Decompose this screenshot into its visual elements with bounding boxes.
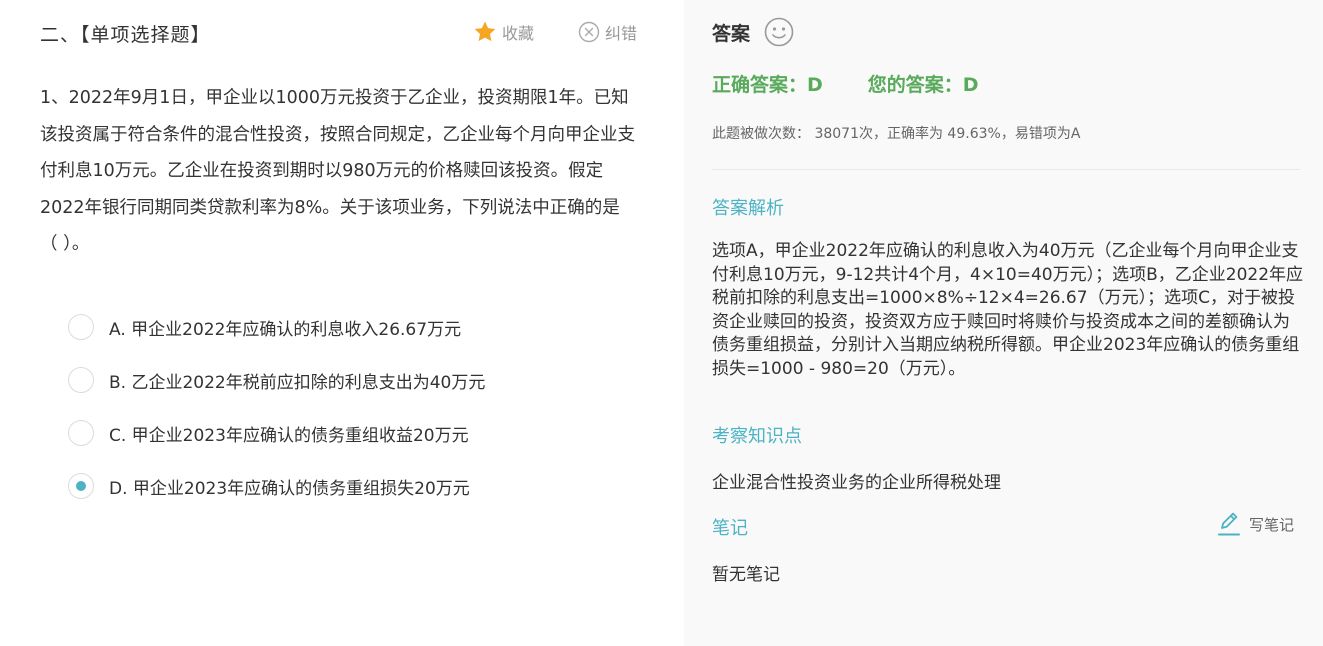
option-a[interactable]: A. 甲企业2022年应确认的利息收入26.67万元 [68, 314, 461, 340]
smiley-icon [764, 17, 794, 47]
report-error-label: 纠错 [605, 24, 638, 43]
knowledge-label: 考察知识点 [712, 426, 802, 447]
answer-stats: 此题被做次数： 38071次，正确率为 49.63%，易错项为A [712, 126, 1081, 142]
option-d[interactable]: D. 甲企业2023年应确认的债务重组损失20万元 [68, 473, 470, 499]
star-icon [474, 21, 496, 42]
option-b-label: B. 乙企业2022年税前应扣除的利息支出为40万元 [109, 372, 486, 393]
option-d-label: D. 甲企业2023年应确认的债务重组损失20万元 [109, 478, 470, 499]
favorite-button[interactable]: 收藏 [473, 20, 534, 44]
divider [712, 169, 1300, 170]
pencil-icon [1218, 512, 1240, 536]
write-note-label: 写笔记 [1249, 515, 1295, 534]
knowledge-text: 企业混合性投资业务的企业所得税处理 [712, 473, 1001, 493]
analysis-text: 选项A，甲企业2022年应确认的利息收入为40万元（乙企业每个月向甲企业支付利息… [712, 241, 1304, 379]
option-d-radio[interactable] [68, 473, 94, 499]
option-c[interactable]: C. 甲企业2023年应确认的债务重组收益20万元 [68, 420, 469, 446]
write-note-button[interactable]: 写笔记 [1217, 511, 1294, 537]
answer-header: 答案 [712, 17, 794, 47]
option-a-label: A. 甲企业2022年应确认的利息收入26.67万元 [109, 319, 462, 340]
question-stem: 1、2022年9月1日，甲企业以1000万元投资于乙企业，投资期限1年。已知该投… [40, 88, 635, 254]
analysis-label: 答案解析 [712, 198, 784, 219]
your-answer: 您的答案：D [867, 74, 979, 96]
option-c-label: C. 甲企业2023年应确认的债务重组收益20万元 [109, 425, 469, 446]
answer-panel: 答案 正确答案：D 您的答案：D 此题被做次数： 38071次，正确率为 49.… [684, 0, 1323, 646]
close-circle-icon [578, 21, 600, 43]
section-title: 二、【单项选择题】 [40, 24, 211, 46]
notes-label: 笔记 [712, 518, 748, 539]
favorite-label: 收藏 [502, 24, 535, 43]
answer-summary: 正确答案：D 您的答案：D [712, 70, 979, 97]
option-a-radio[interactable] [68, 314, 94, 340]
report-error-button[interactable]: 纠错 [578, 20, 637, 44]
answer-title: 答案 [712, 22, 751, 45]
correct-answer: 正确答案：D [712, 74, 823, 96]
option-b-radio[interactable] [68, 367, 94, 393]
question-panel: 二、【单项选择题】 收藏 纠错 1、2022年9月1日，甲企业以1000万元投资… [0, 0, 684, 646]
option-c-radio[interactable] [68, 420, 94, 446]
no-notes-text: 暂无笔记 [712, 565, 780, 585]
option-b[interactable]: B. 乙企业2022年税前应扣除的利息支出为40万元 [68, 367, 485, 393]
